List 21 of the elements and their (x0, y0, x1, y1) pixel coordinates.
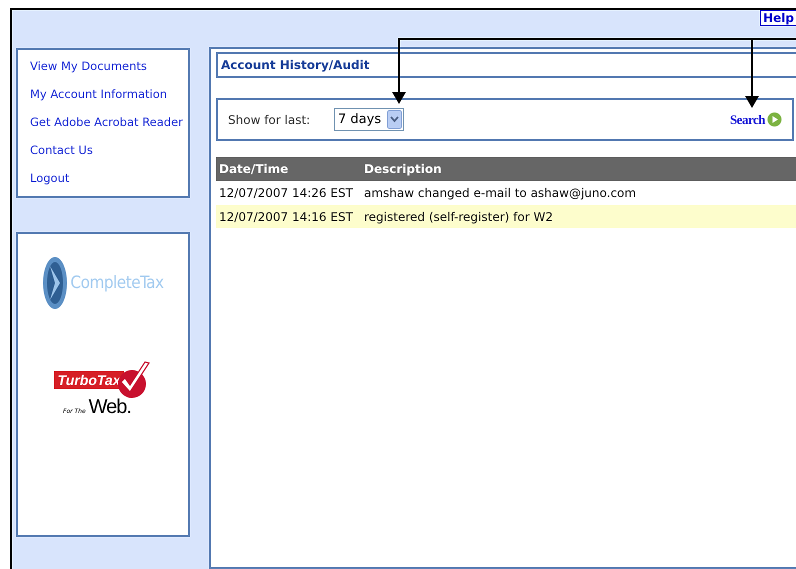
logo-icon (42, 256, 68, 310)
days-dropdown[interactable]: 7 days (334, 108, 404, 131)
search-link[interactable]: Search (730, 112, 765, 128)
column-header: Description (364, 162, 442, 176)
sidebar-link[interactable]: Contact Us (30, 143, 93, 157)
sidebar-link[interactable]: My Account Information (30, 87, 168, 101)
column-header: Date/Time (218, 162, 290, 176)
sidebar-link[interactable]: Get Adobe Acrobat Reader (30, 115, 183, 129)
logo-text: CompleteTax (70, 273, 164, 293)
sidebar-link[interactable]: View My Documents (30, 59, 147, 73)
table-cell: registered (self-register) for W2 (364, 210, 553, 224)
table-cell: amshaw changed e-mail to ashaw@juno.com (364, 186, 636, 200)
logo-tagline: Web. (88, 396, 131, 419)
table-cell-text: 12/07/2007 14:26 EST (218, 186, 354, 200)
logo-text: TurboTax (54, 371, 124, 389)
play-circle-icon (767, 112, 782, 127)
panel-title: Account History/Audit (216, 52, 796, 78)
help-link[interactable]: Help (760, 10, 796, 26)
table-cell-text: 12/07/2007 14:16 EST (218, 210, 354, 224)
filter-label: Show for last: (228, 112, 312, 126)
sidebar-link[interactable]: Logout (30, 171, 70, 185)
